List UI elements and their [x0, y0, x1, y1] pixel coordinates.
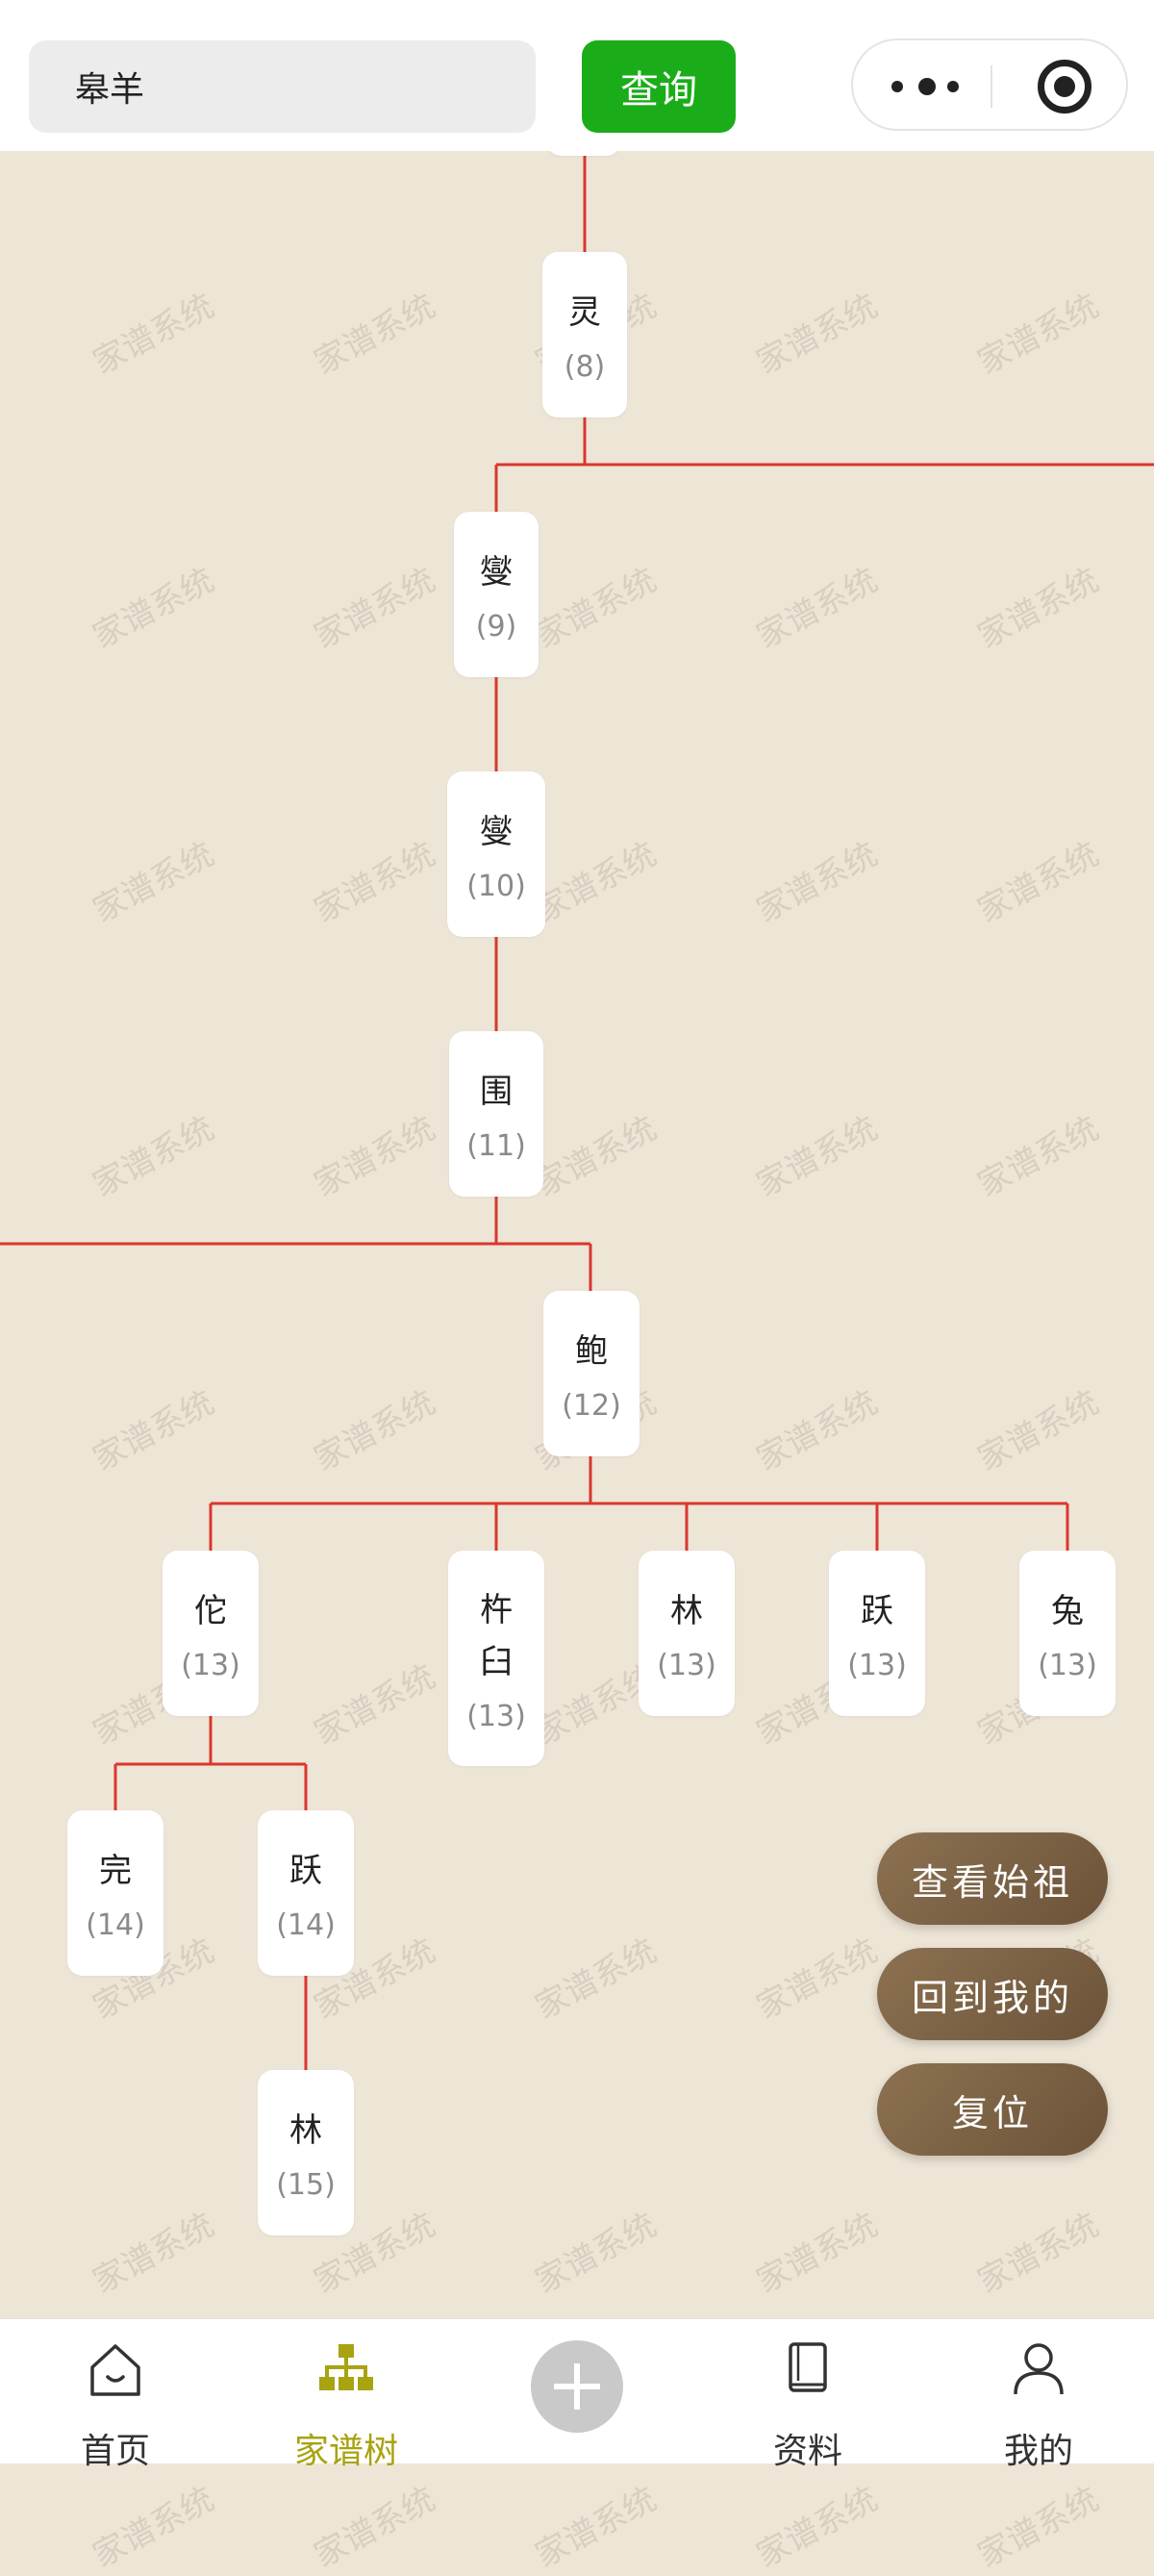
tab-materials[interactable]: 资料	[731, 2319, 885, 2471]
tree-node[interactable]: 林 (15)	[258, 2070, 354, 2235]
watermark-text: 家谱系统	[308, 2480, 442, 2576]
tree-node[interactable]: 鲍 (12)	[543, 1291, 640, 1456]
top-bar: 查询	[0, 0, 1154, 151]
tab-materials-label: 资料	[772, 2432, 842, 2471]
tree-node[interactable]: 跃 (13)	[829, 1551, 925, 1716]
more-icon[interactable]	[891, 75, 959, 98]
watermark-text: 家谱系统	[529, 2480, 664, 2576]
tab-home[interactable]: 首页	[38, 2319, 192, 2471]
node-name: 林	[670, 1591, 703, 1630]
user-icon	[1014, 2343, 1064, 2395]
tree-node[interactable]: 兔 (13)	[1019, 1551, 1116, 1716]
tree-node[interactable]: 跃 (14)	[258, 1810, 354, 1976]
node-name: 林	[289, 2110, 322, 2150]
node-generation: (13)	[657, 1648, 716, 1682]
node-name: 杵 臼	[480, 1590, 513, 1681]
node-name: 燮	[480, 812, 513, 851]
node-generation: (13)	[847, 1648, 907, 1682]
node-name: 灵	[568, 292, 601, 332]
tree-node[interactable]: 佗 (13)	[163, 1551, 259, 1716]
tree-node[interactable]: 林 (13)	[639, 1551, 735, 1716]
query-button[interactable]: 查询	[582, 40, 736, 133]
node-generation: (14)	[276, 1907, 336, 1942]
node-generation: (9)	[475, 609, 517, 644]
search-input[interactable]	[29, 40, 536, 133]
back-to-me-button[interactable]: 回到我的	[877, 1948, 1108, 2040]
node-name: 兔	[1051, 1591, 1084, 1630]
mini-program-capsule	[851, 38, 1128, 131]
node-name: 跃	[289, 1851, 322, 1890]
tree-node[interactable]: 完 (14)	[67, 1810, 163, 1976]
node-generation: (11)	[466, 1128, 526, 1163]
node-generation: (14)	[86, 1907, 145, 1942]
node-name: 围	[480, 1072, 513, 1111]
tab-family-tree[interactable]: 家谱树	[269, 2319, 423, 2471]
tree-node[interactable]: 灵 (8)	[542, 252, 627, 417]
capsule-divider	[991, 65, 992, 108]
watermark-text: 家谱系统	[971, 2480, 1106, 2576]
tab-mine[interactable]: 我的	[962, 2319, 1116, 2471]
node-name: 跃	[861, 1591, 893, 1630]
tab-family-tree-label: 家谱树	[293, 2432, 398, 2471]
add-button[interactable]	[531, 2340, 623, 2433]
tree-node[interactable]: 杵 臼 (13)	[448, 1551, 544, 1766]
node-generation: (13)	[1038, 1648, 1097, 1682]
watermark-text: 家谱系统	[87, 2480, 221, 2576]
node-name: 鲍	[575, 1331, 608, 1371]
watermark-text: 家谱系统	[750, 2480, 885, 2576]
node-generation: (8)	[564, 349, 606, 384]
family-tree-icon	[319, 2344, 373, 2390]
node-generation: (13)	[466, 1699, 526, 1733]
node-name: 完	[99, 1851, 132, 1890]
tree-node[interactable]: 燮 (10)	[447, 771, 545, 937]
close-icon[interactable]	[1038, 60, 1091, 114]
tab-home-label: 首页	[80, 2432, 150, 2471]
tree-node[interactable]: 燮 (9)	[454, 512, 539, 677]
tab-mine-label: 我的	[1003, 2432, 1073, 2471]
reset-button[interactable]: 复位	[877, 2063, 1108, 2156]
node-generation: (13)	[181, 1648, 240, 1682]
node-name: 燮	[480, 552, 513, 592]
tree-node[interactable]: 围 (11)	[449, 1031, 543, 1197]
node-name: 佗	[194, 1591, 227, 1630]
node-generation: (10)	[466, 869, 526, 903]
view-ancestor-button[interactable]: 查看始祖	[877, 1832, 1108, 1925]
node-generation: (15)	[276, 2167, 336, 2202]
node-generation: (12)	[562, 1388, 621, 1423]
home-icon	[90, 2344, 140, 2396]
book-icon	[789, 2342, 827, 2392]
